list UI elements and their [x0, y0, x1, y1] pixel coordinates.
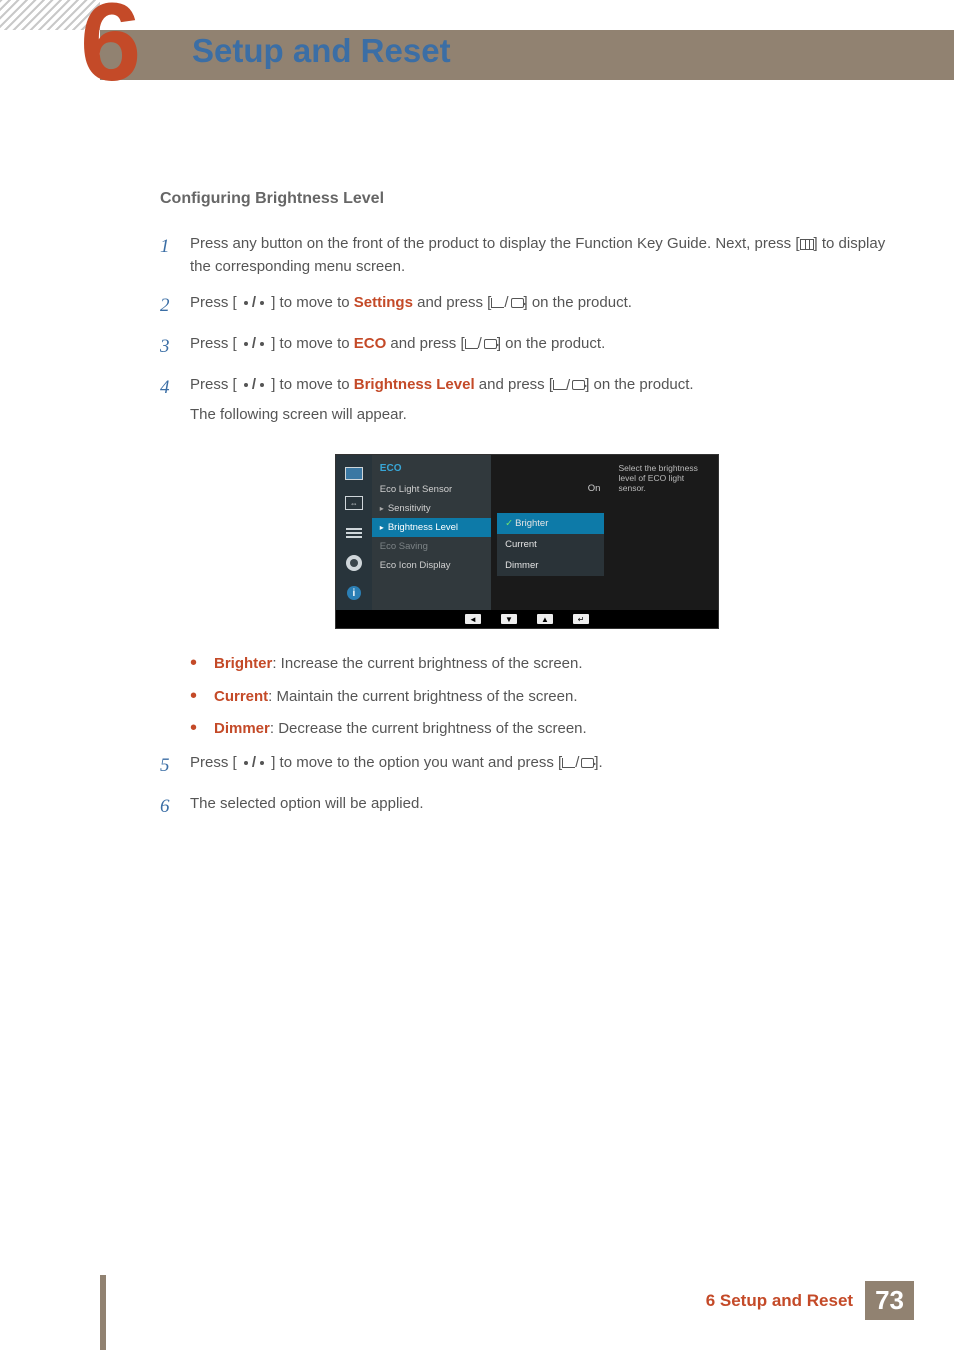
- step-2-text-a: Press [: [190, 294, 237, 311]
- chapter-number: 6: [80, 0, 141, 98]
- osd-item-eco-light-sensor: Eco Light Sensor: [372, 480, 491, 499]
- info-icon: i: [344, 585, 364, 601]
- osd-option-current: Current: [497, 534, 604, 555]
- enter-icon: /: [491, 291, 523, 314]
- enter-icon: /: [553, 374, 585, 397]
- step-4-text-c: and press [: [475, 376, 553, 393]
- bullet-list: •Brighter: Increase the current brightne…: [190, 653, 894, 741]
- monitor-icon: [344, 465, 364, 481]
- footer: 6 Setup and Reset 73: [706, 1281, 914, 1320]
- osd-nav-footer: ◄ ▼ ▲ ↵: [336, 610, 718, 628]
- arrows-icon: ⇔: [344, 495, 364, 511]
- enter-icon: /: [465, 332, 497, 355]
- osd-value-on: On: [588, 483, 601, 494]
- step-4-followup: The following screen will appear.: [190, 403, 894, 426]
- osd-value-column: On ✓Brighter Current Dimmer: [491, 455, 610, 610]
- osd-description: Select the brightness level of ECO light…: [610, 455, 718, 610]
- step-4-text-b: ] to move to: [271, 376, 354, 393]
- step-1: 1 Press any button on the front of the p…: [160, 232, 894, 279]
- dot-icon: [260, 761, 264, 765]
- step-2-text-d: ] on the product.: [524, 294, 632, 311]
- step-number: 3: [160, 332, 190, 361]
- osd-item-sensitivity: Sensitivity: [372, 499, 491, 518]
- nav-left-icon: ◄: [465, 614, 481, 624]
- content-area: Configuring Brightness Level 1 Press any…: [160, 190, 894, 834]
- step-3: 3 Press [ / ] to move to ECO and press […: [160, 332, 894, 361]
- step-number: 5: [160, 751, 190, 780]
- step-5: 5 Press [ / ] to move to the option you …: [160, 751, 894, 780]
- osd-option-brighter: ✓Brighter: [497, 513, 604, 534]
- step-2-text-c: and press [: [413, 294, 491, 311]
- step-4: 4 Press [ / ] to move to Brightness Leve…: [160, 373, 894, 426]
- osd-screenshot: ⇔ i ECO Eco Light Sensor Sensitivity Bri…: [335, 454, 719, 629]
- dot-icon: [260, 342, 264, 346]
- osd-menu-list: ECO Eco Light Sensor Sensitivity Brightn…: [372, 455, 491, 610]
- step-2: 2 Press [ / ] to move to Settings and pr…: [160, 291, 894, 320]
- gear-icon: [344, 555, 364, 571]
- step-2-text-b: ] to move to: [271, 294, 354, 311]
- osd-sidebar: ⇔ i: [336, 455, 372, 610]
- osd-options-popup: ✓Brighter Current Dimmer: [497, 513, 604, 576]
- step-6: 6 The selected option will be applied.: [160, 792, 894, 821]
- osd-option-dimmer: Dimmer: [497, 555, 604, 576]
- step-number: 6: [160, 792, 190, 821]
- step-3-text-d: ] on the product.: [497, 335, 605, 352]
- step-5-text-a: Press [: [190, 754, 237, 771]
- page-number: 73: [865, 1281, 914, 1320]
- osd-item-eco-saving: Eco Saving: [372, 537, 491, 556]
- nav-up-icon: ▲: [537, 614, 553, 624]
- step-3-highlight: ECO: [354, 335, 387, 352]
- dot-icon: [244, 342, 248, 346]
- step-4-text-d: ] on the product.: [585, 376, 693, 393]
- bullet-brighter: •Brighter: Increase the current brightne…: [190, 653, 894, 676]
- subheading: Configuring Brightness Level: [160, 190, 894, 208]
- left-stripe-decoration: [100, 1275, 106, 1350]
- dot-icon: [244, 383, 248, 387]
- step-4-text-a: Press [: [190, 376, 237, 393]
- footer-text: 6 Setup and Reset: [706, 1291, 853, 1311]
- step-1-text-a: Press any button on the front of the pro…: [190, 235, 800, 252]
- step-2-highlight: Settings: [354, 294, 413, 311]
- step-5-text-b: ] to move to the option you want and pre…: [271, 754, 562, 771]
- step-6-text: The selected option will be applied.: [190, 792, 894, 821]
- step-3-text-b: ] to move to: [271, 335, 354, 352]
- dot-icon: [260, 383, 264, 387]
- dot-icon: [244, 301, 248, 305]
- step-3-text-a: Press [: [190, 335, 237, 352]
- menu-icon: [800, 239, 814, 250]
- bullet-dimmer: •Dimmer: Decrease the current brightness…: [190, 718, 894, 741]
- step-number: 2: [160, 291, 190, 320]
- bullet-current: •Current: Maintain the current brightnes…: [190, 686, 894, 709]
- osd-title: ECO: [372, 461, 491, 480]
- nav-down-icon: ▼: [501, 614, 517, 624]
- step-number: 1: [160, 232, 190, 279]
- step-4-highlight: Brightness Level: [354, 376, 475, 393]
- nav-enter-icon: ↵: [573, 614, 589, 624]
- dot-icon: [260, 301, 264, 305]
- step-3-text-c: and press [: [386, 335, 464, 352]
- page-title: Setup and Reset: [192, 32, 451, 70]
- osd-item-eco-icon-display: Eco Icon Display: [372, 556, 491, 575]
- osd-item-brightness-level: Brightness Level: [372, 518, 491, 537]
- dot-icon: [244, 761, 248, 765]
- step-number: 4: [160, 373, 190, 426]
- enter-icon: /: [562, 751, 594, 774]
- lines-icon: [344, 525, 364, 541]
